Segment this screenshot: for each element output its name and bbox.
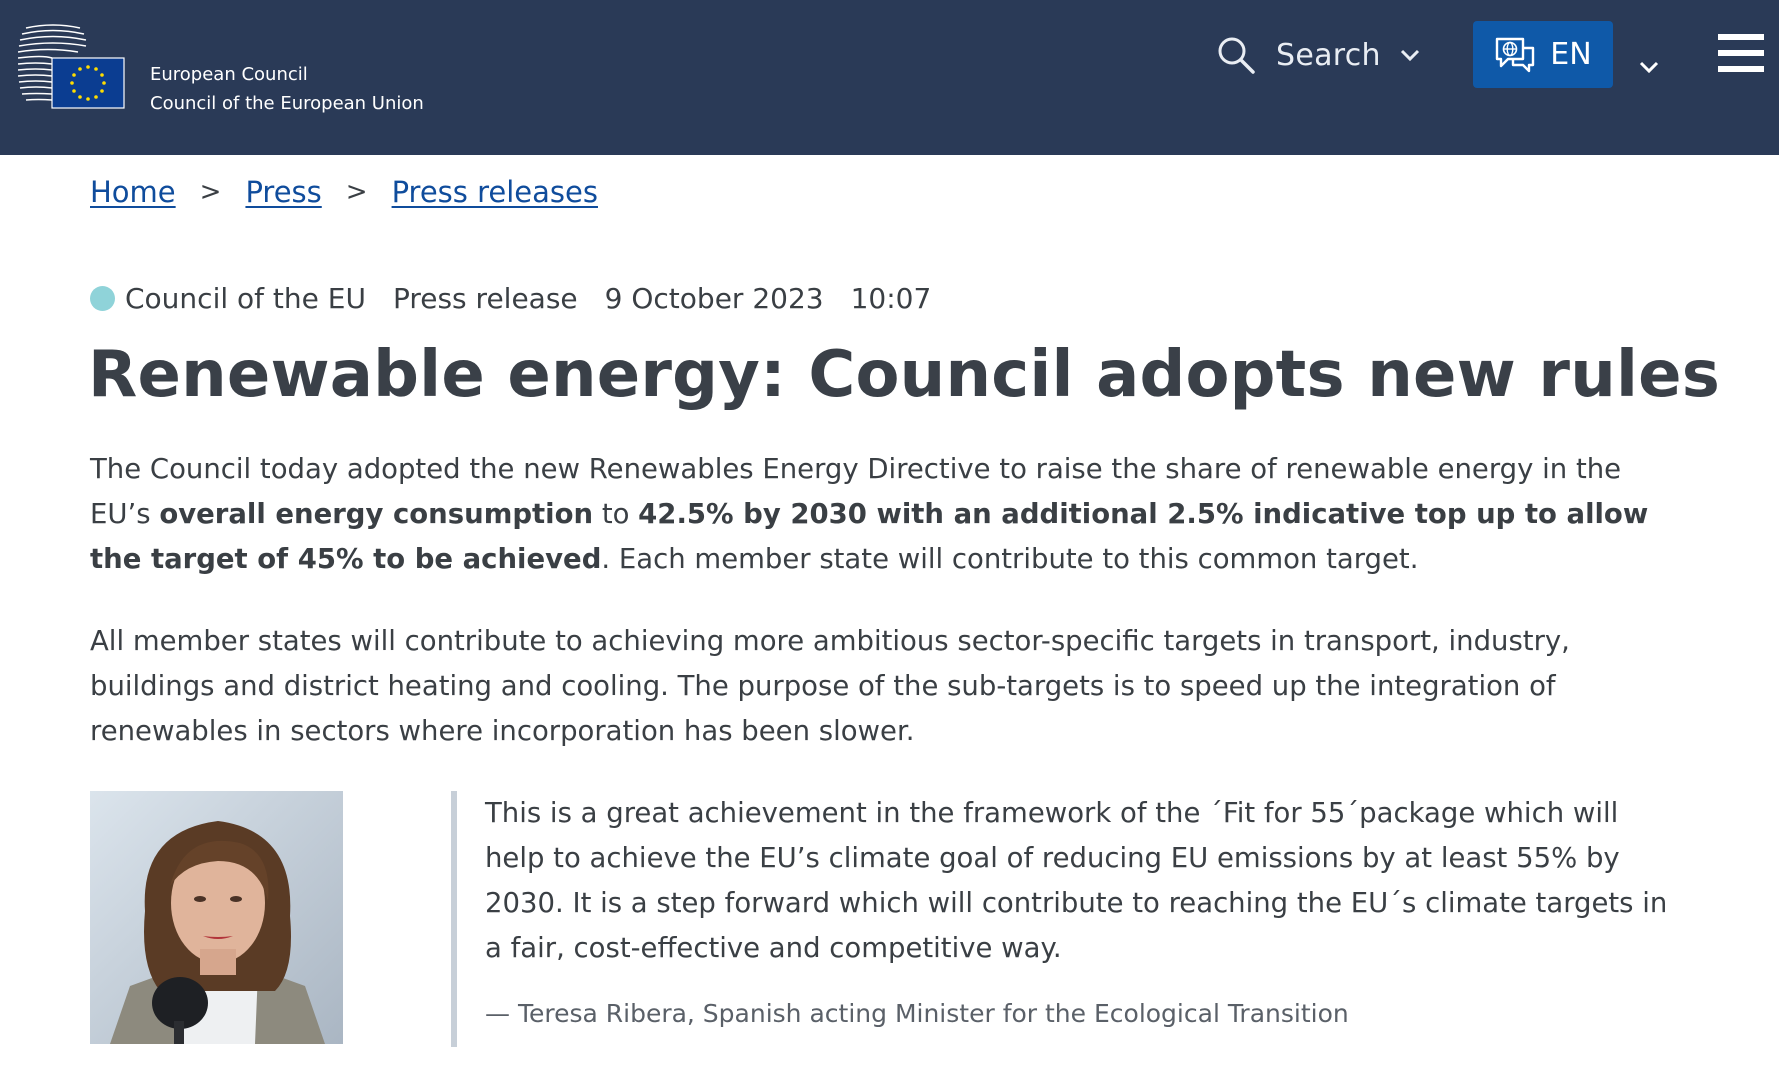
- language-chat-icon: [1496, 37, 1535, 72]
- article-meta: Council of the EU Press release 9 Octobe…: [90, 278, 958, 318]
- menu-bar: [1718, 66, 1764, 72]
- p1-text: to: [593, 498, 639, 530]
- menu-bar: [1718, 34, 1764, 40]
- meta-date: 9 October 2023: [604, 281, 824, 315]
- site-header: European Council Council of the European…: [0, 0, 1779, 155]
- meta-time: 10:07: [850, 281, 932, 315]
- search-icon: [1218, 37, 1255, 74]
- hamburger-menu-icon[interactable]: [1718, 34, 1764, 74]
- breadcrumb-separator: >: [199, 177, 222, 207]
- language-label: EN: [1550, 37, 1592, 72]
- breadcrumb-separator: >: [345, 177, 368, 207]
- p1-text: . Each member state will contribute to t…: [601, 543, 1419, 575]
- language-button[interactable]: EN: [1473, 21, 1613, 88]
- institution-dot: [90, 285, 115, 311]
- site-name[interactable]: European Council Council of the European…: [150, 60, 424, 118]
- org-name-line1: European Council: [150, 64, 308, 85]
- speaker-portrait-image: [90, 791, 343, 1044]
- page-title: Renewable energy: Council adopts new rul…: [88, 338, 1720, 412]
- language-chevron-down-icon[interactable]: [1638, 60, 1660, 74]
- quote-text: This is a great achievement in the frame…: [485, 797, 1668, 964]
- p1-bold-consumption: overall energy consumption: [159, 498, 594, 530]
- quote-author: — Teresa Ribera, Spanish acting Minister…: [485, 999, 1349, 1028]
- org-name-line2: Council of the European Union: [150, 93, 424, 114]
- speaker-photo: [90, 791, 343, 1044]
- breadcrumb-press[interactable]: Press: [245, 175, 321, 209]
- meta-institution: Council of the EU: [125, 281, 366, 315]
- intro-paragraph: The Council today adopted the new Renewa…: [90, 447, 1690, 582]
- search-label: Search: [1276, 37, 1381, 73]
- chevron-down-icon: [1400, 49, 1419, 62]
- second-paragraph: All member states will contribute to ach…: [90, 625, 1570, 747]
- search-button[interactable]: Search: [1216, 30, 1421, 80]
- meta-type: Press release: [392, 281, 578, 315]
- menu-bar: [1718, 50, 1764, 56]
- eu-council-logo[interactable]: [18, 22, 126, 114]
- breadcrumb-press-releases[interactable]: Press releases: [392, 175, 598, 209]
- breadcrumb: Home > Press > Press releases: [90, 172, 598, 212]
- quote-block: This is a great achievement in the frame…: [451, 791, 1681, 1047]
- breadcrumb-home[interactable]: Home: [90, 175, 176, 209]
